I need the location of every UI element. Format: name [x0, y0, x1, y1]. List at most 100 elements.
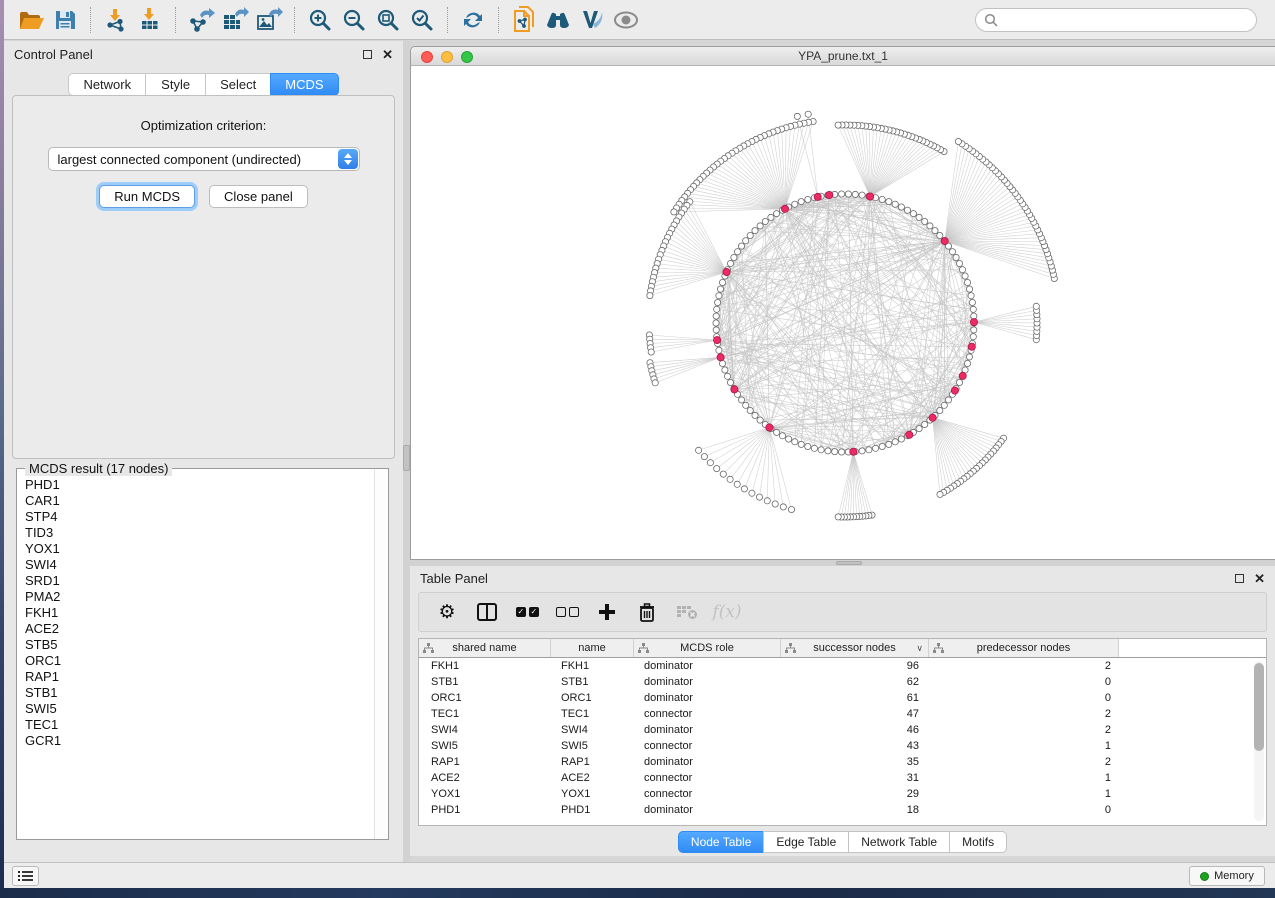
export-image-icon[interactable]: [252, 4, 286, 36]
cell-predecessor-nodes: 2: [929, 658, 1119, 674]
mcds-result-item[interactable]: ACE2: [25, 621, 373, 637]
table-settings-icon[interactable]: ⚙: [433, 598, 461, 626]
column-header-name[interactable]: name: [551, 639, 634, 657]
run-mcds-button[interactable]: Run MCDS: [99, 185, 195, 208]
mcds-result-item[interactable]: SWI5: [25, 701, 373, 717]
window-maximize-icon[interactable]: [461, 51, 473, 63]
mcds-result-item[interactable]: TID3: [25, 525, 373, 541]
refresh-network-view-icon[interactable]: [456, 4, 490, 36]
toggle-vizmapper-icon[interactable]: [575, 4, 609, 36]
mcds-result-item[interactable]: SRD1: [25, 573, 373, 589]
show-graphics-details-icon[interactable]: [609, 4, 643, 36]
import-network-icon[interactable]: [99, 4, 133, 36]
window-minimize-icon[interactable]: [441, 51, 453, 63]
save-session-icon[interactable]: [48, 4, 82, 36]
cell-shared-name: YOX1: [419, 786, 551, 802]
vertical-splitter[interactable]: [403, 41, 410, 862]
add-row-icon[interactable]: [593, 598, 621, 626]
table-row[interactable]: STB1STB1dominator620: [419, 674, 1266, 690]
tab-edge-table[interactable]: Edge Table: [763, 831, 848, 853]
open-file-icon[interactable]: [14, 4, 48, 36]
export-table-icon[interactable]: [218, 4, 252, 36]
cell-mcds-role: connector: [634, 706, 781, 722]
table-row[interactable]: ACE2ACE2connector311: [419, 770, 1266, 786]
search-icon: [984, 13, 998, 27]
tab-network[interactable]: Network: [68, 73, 145, 96]
table-row[interactable]: PHD1PHD1dominator180: [419, 802, 1266, 818]
table-scrollbar-thumb[interactable]: [1254, 663, 1264, 751]
zoom-out-icon[interactable]: [337, 4, 371, 36]
mcds-result-list[interactable]: PHD1CAR1STP4TID3YOX1SWI4SRD1PMA2FKH1ACE2…: [18, 477, 373, 838]
tab-mcds[interactable]: MCDS: [270, 73, 338, 96]
column-header-shared-name[interactable]: shared name: [419, 639, 551, 657]
new-network-from-selection-icon[interactable]: [507, 4, 541, 36]
column-header-successor-nodes[interactable]: successor nodes∨: [781, 639, 929, 657]
optimization-criterion-value: largest connected component (undirected): [58, 152, 302, 167]
cell-successor-nodes: 31: [781, 770, 929, 786]
mcds-result-item[interactable]: SWI4: [25, 557, 373, 573]
splitter-handle[interactable]: [836, 561, 862, 565]
zoom-in-icon[interactable]: [303, 4, 337, 36]
table-row[interactable]: RAP1RAP1dominator352: [419, 754, 1266, 770]
network-graph-canvas[interactable]: [411, 66, 1274, 559]
close-panel-icon[interactable]: ✕: [1254, 574, 1265, 583]
zoom-fit-icon[interactable]: [371, 4, 405, 36]
cell-mcds-role: dominator: [634, 674, 781, 690]
select-all-icon[interactable]: [513, 598, 541, 626]
table-row[interactable]: YOX1YOX1connector291: [419, 786, 1266, 802]
mcds-result-item[interactable]: FKH1: [25, 605, 373, 621]
close-panel-button[interactable]: Close panel: [209, 185, 308, 208]
tab-select[interactable]: Select: [205, 73, 270, 96]
tab-style[interactable]: Style: [145, 73, 205, 96]
float-panel-icon[interactable]: [1235, 574, 1244, 583]
mcds-list-scrollbar[interactable]: [374, 469, 388, 839]
window-close-icon[interactable]: [421, 51, 433, 63]
delete-rows-icon[interactable]: [633, 598, 661, 626]
close-panel-icon[interactable]: ✕: [382, 50, 393, 59]
deselect-all-icon[interactable]: [553, 598, 581, 626]
find-icon[interactable]: [541, 4, 575, 36]
table-panel-header: Table Panel ✕: [410, 566, 1275, 590]
task-history-button[interactable]: [12, 866, 39, 886]
memory-button[interactable]: Memory: [1189, 866, 1265, 886]
export-network-icon[interactable]: [184, 4, 218, 36]
import-table-icon[interactable]: [133, 4, 167, 36]
mcds-result-item[interactable]: YOX1: [25, 541, 373, 557]
table-row[interactable]: TEC1TEC1connector472: [419, 706, 1266, 722]
show-column-panel-icon[interactable]: [473, 598, 501, 626]
column-label: MCDS role: [680, 642, 734, 654]
table-row[interactable]: SWI4SWI4dominator462: [419, 722, 1266, 738]
optimization-criterion-select[interactable]: largest connected component (undirected): [48, 147, 360, 171]
search-box[interactable]: [975, 8, 1257, 32]
search-input[interactable]: [998, 13, 1248, 27]
cell-mcds-role: dominator: [634, 722, 781, 738]
table-row[interactable]: ORC1ORC1dominator610: [419, 690, 1266, 706]
cell-mcds-role: dominator: [634, 754, 781, 770]
mcds-result-item[interactable]: ORC1: [25, 653, 373, 669]
mcds-result-item[interactable]: TEC1: [25, 717, 373, 733]
tab-motifs[interactable]: Motifs: [949, 831, 1007, 853]
table-scrollbar[interactable]: [1254, 661, 1264, 821]
tab-node-table[interactable]: Node Table: [678, 831, 764, 853]
column-header-predecessor-nodes[interactable]: predecessor nodes: [929, 639, 1119, 657]
node-table[interactable]: shared namename MCDS role successor nodes∨…: [418, 638, 1267, 826]
cell-name: YOX1: [551, 786, 634, 802]
mcds-result-item[interactable]: RAP1: [25, 669, 373, 685]
splitter-handle[interactable]: [403, 445, 410, 471]
mcds-result-item[interactable]: STB5: [25, 637, 373, 653]
float-panel-icon[interactable]: [363, 50, 372, 59]
table-row[interactable]: SWI5SWI5connector431: [419, 738, 1266, 754]
column-header-mcds-role[interactable]: MCDS role: [634, 639, 781, 657]
table-row[interactable]: FKH1FKH1dominator962: [419, 658, 1266, 674]
cell-shared-name: STB1: [419, 674, 551, 690]
tab-network-table[interactable]: Network Table: [848, 831, 949, 853]
network-window-titlebar[interactable]: YPA_prune.txt_1: [411, 47, 1275, 66]
zoom-selected-icon[interactable]: [405, 4, 439, 36]
mcds-result-item[interactable]: PHD1: [25, 477, 373, 493]
mcds-result-item[interactable]: STP4: [25, 509, 373, 525]
mcds-result-item[interactable]: STB1: [25, 685, 373, 701]
mcds-result-item[interactable]: GCR1: [25, 733, 373, 749]
mcds-result-item[interactable]: PMA2: [25, 589, 373, 605]
mcds-result-item[interactable]: CAR1: [25, 493, 373, 509]
cell-successor-nodes: 62: [781, 674, 929, 690]
